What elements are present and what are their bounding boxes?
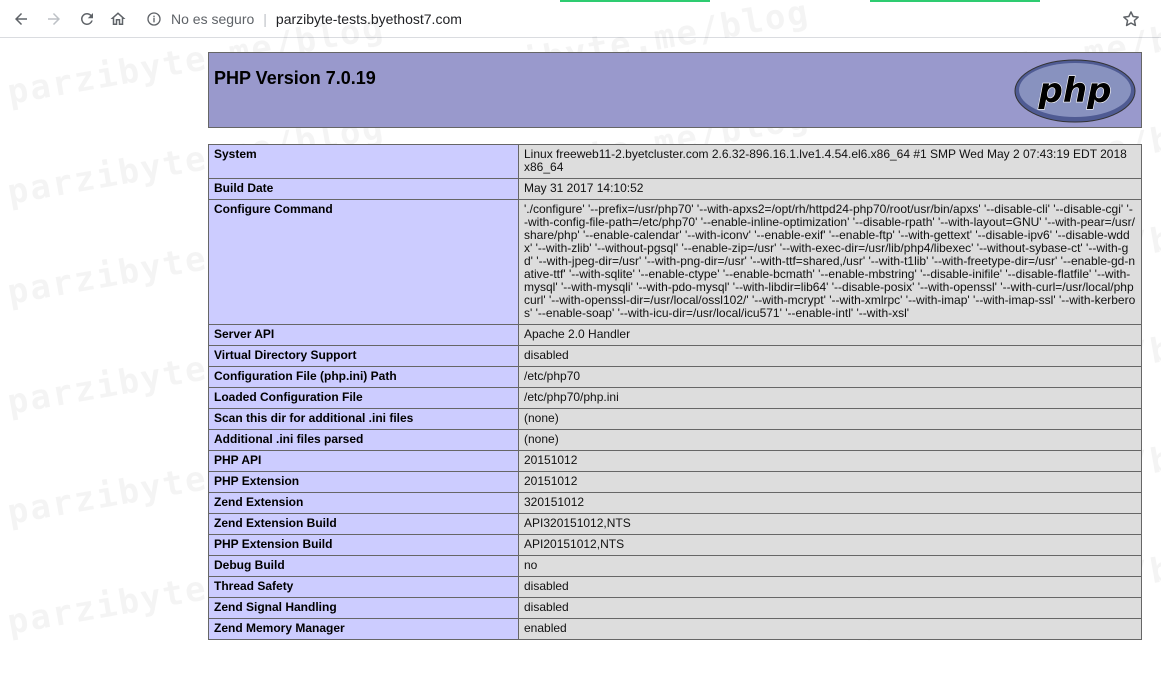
setting-value: (none) [518,408,1142,430]
setting-name: Virtual Directory Support [208,345,519,367]
home-icon [110,12,126,25]
table-row: Scan this dir for additional .ini files(… [208,408,1142,430]
setting-value: API320151012,NTS [518,513,1142,535]
setting-name: Server API [208,324,519,346]
setting-name: PHP API [208,450,519,472]
setting-value: Linux freeweb11-2.byetcluster.com 2.6.32… [518,144,1142,179]
browser-toolbar: No es seguro | parzibyte-tests.byethost7… [0,0,1161,38]
table-row: PHP Extension 20151012 [208,471,1142,493]
setting-value: 320151012 [518,492,1142,514]
setting-value: May 31 2017 14:10:52 [518,178,1142,200]
setting-name: Configuration File (php.ini) Path [208,366,519,388]
setting-value: Apache 2.0 Handler [518,324,1142,346]
setting-name: Build Date [208,178,519,200]
reload-icon [80,12,93,25]
setting-value: API20151012,NTS [518,534,1142,556]
setting-name: Zend Extension Build [208,513,519,535]
table-row: Zend Extension 320151012 [208,492,1142,514]
setting-value: enabled [518,618,1142,640]
setting-name: System [208,144,519,179]
phpinfo-content: PHP Version 7.0.19 php System Linux freew… [208,52,1142,640]
setting-name: Debug Build [208,555,519,577]
table-row: Configure Command './configure' '--prefix… [208,199,1142,325]
setting-name: PHP Extension Build [208,534,519,556]
setting-name: Loaded Configuration File [208,387,519,409]
table-row: Loaded Configuration File/etc/php70/php.… [208,387,1142,409]
table-row: PHP Extension Build API20151012,NTS [208,534,1142,556]
setting-value: disabled [518,597,1142,619]
setting-name: Additional .ini files parsed [208,429,519,451]
setting-value: /etc/php70/php.ini [518,387,1142,409]
omnibox-separator: | [263,11,267,27]
setting-name: Zend Extension [208,492,519,514]
forward-button[interactable] [43,8,65,30]
info-icon[interactable] [146,11,162,27]
table-row: Server API Apache 2.0 Handler [208,324,1142,346]
setting-name: Zend Signal Handling [208,597,519,619]
table-row: Zend Extension Build API320151012,NTS [208,513,1142,535]
arrow-right-icon [48,13,60,25]
table-row: Debug Build no [208,555,1142,577]
security-status[interactable]: No es seguro [171,11,254,27]
omnibox[interactable]: No es seguro | parzibyte-tests.byethost7… [146,7,462,31]
reload-button[interactable] [76,8,98,30]
setting-name: PHP Extension [208,471,519,493]
setting-value: 20151012 [518,471,1142,493]
table-row: Build Date May 31 2017 14:10:52 [208,178,1142,200]
php-logo[interactable]: php [1014,59,1136,123]
setting-value: disabled [518,345,1142,367]
setting-value: /etc/php70 [518,366,1142,388]
info-table: System Linux freeweb11-2.byetcluster.com … [208,144,1142,640]
setting-name: Scan this dir for additional .ini files [208,408,519,430]
setting-value: 20151012 [518,450,1142,472]
setting-value: (none) [518,429,1142,451]
table-row: System Linux freeweb11-2.byetcluster.com … [208,144,1142,179]
loading-bar [870,0,1040,2]
table-row: Thread Safety disabled [208,576,1142,598]
home-button[interactable] [107,8,129,30]
info-table-body: System Linux freeweb11-2.byetcluster.com … [208,144,1142,640]
setting-name: Thread Safety [208,576,519,598]
arrow-left-icon [15,13,27,25]
table-row: Additional .ini files parsed (none) [208,429,1142,451]
setting-name: Zend Memory Manager [208,618,519,640]
table-row: Zend Memory Manager enabled [208,618,1142,640]
setting-name: Configure Command [208,199,519,325]
loading-bar [560,0,710,2]
setting-value: disabled [518,576,1142,598]
php-logo-text: php [1038,71,1112,111]
table-row: Virtual Directory Support disabled [208,345,1142,367]
table-row: Zend Signal Handling disabled [208,597,1142,619]
setting-value: no [518,555,1142,577]
bookmark-star-icon[interactable] [1121,9,1141,29]
table-row: Configuration File (php.ini) Path/etc/ph… [208,366,1142,388]
setting-value: './configure' '--prefix=/usr/php70' '--w… [518,199,1142,325]
page-title: PHP Version 7.0.19 [214,68,376,88]
url-text[interactable]: parzibyte-tests.byethost7.com [276,11,462,27]
table-row: PHP API 20151012 [208,450,1142,472]
phpinfo-header: PHP Version 7.0.19 php [208,52,1142,128]
back-button[interactable] [10,8,32,30]
